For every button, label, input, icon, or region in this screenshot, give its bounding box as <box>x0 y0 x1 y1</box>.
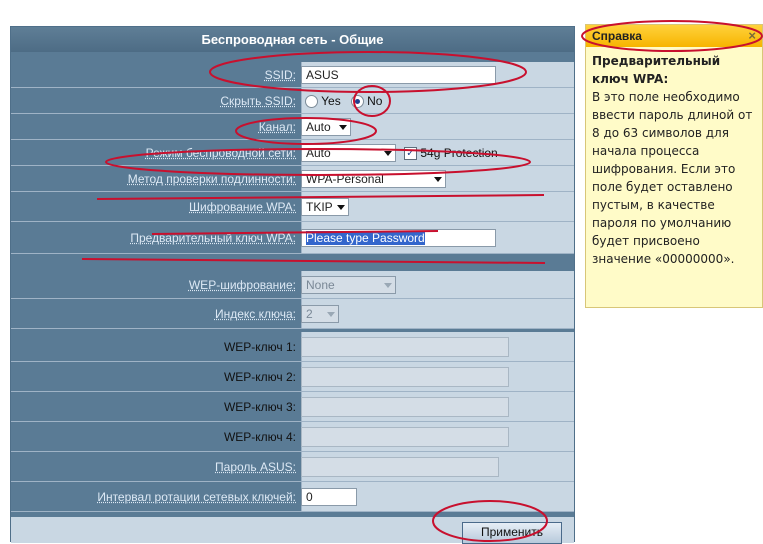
auth-method-label[interactable]: Метод проверки подлинности: <box>11 166 296 192</box>
wpa-encryption-value: TKIP <box>306 200 333 214</box>
panel-title: Беспроводная сеть - Общие <box>11 27 574 52</box>
protection-label: 54g Protection <box>420 146 498 160</box>
protection-option: ✓ 54g Protection <box>404 140 498 166</box>
channel-value: Auto <box>306 120 331 134</box>
auth-method-value: WPA-Personal <box>306 172 384 186</box>
help-body: Предварительный ключ WPA: В это поле нео… <box>586 47 762 273</box>
wireless-mode-label[interactable]: Режим беспроводной сети: <box>11 140 296 166</box>
chevron-down-icon <box>339 125 347 130</box>
channel-label[interactable]: Канал: <box>11 114 296 140</box>
wep-encryption-value: None <box>306 278 335 292</box>
help-heading: Предварительный ключ WPA: <box>592 54 721 86</box>
wep-key1-label: WEP-ключ 1: <box>223 340 296 354</box>
hide-ssid-options: Yes No <box>305 88 382 114</box>
protection-checkbox[interactable]: ✓ <box>404 147 417 161</box>
wpa-key-row: Предварительный ключ WPA: Please type Pa… <box>11 222 574 254</box>
help-header: Справка × <box>586 25 762 47</box>
wireless-mode-value: Auto <box>306 146 331 160</box>
wep-key1-input[interactable] <box>301 337 509 357</box>
help-panel: Справка × Предварительный ключ WPA: В эт… <box>585 24 763 308</box>
channel-select[interactable]: Auto <box>301 118 351 136</box>
wpa-key-label[interactable]: Предварительный ключ WPA: <box>11 222 296 254</box>
wireless-general-panel: Беспроводная сеть - Общие SSID: ASUS Скр… <box>10 26 575 544</box>
help-title: Справка <box>592 29 642 43</box>
hide-ssid-no-label: No <box>367 94 383 108</box>
hide-ssid-label[interactable]: Скрыть SSID: <box>11 88 296 114</box>
wpa-encryption-select[interactable]: TKIP <box>301 198 349 216</box>
asus-password-input[interactable] <box>301 457 499 477</box>
chevron-down-icon <box>384 283 392 288</box>
wpa-key-value: Please type Password <box>306 231 425 245</box>
ssid-input[interactable]: ASUS <box>301 66 496 84</box>
chevron-down-icon <box>327 312 335 317</box>
apply-row: Применить <box>11 517 574 544</box>
key-index-label[interactable]: Индекс ключа: <box>11 299 296 329</box>
wep-key4-row: WEP-ключ 4: <box>11 422 574 452</box>
chevron-down-icon <box>434 177 442 182</box>
asus-password-row: Пароль ASUS: <box>11 452 574 482</box>
close-icon[interactable]: × <box>748 25 756 47</box>
chevron-down-icon <box>384 151 392 156</box>
channel-row: Канал: Auto <box>11 114 574 140</box>
asus-password-label[interactable]: Пароль ASUS: <box>11 452 296 482</box>
wep-key1-row: WEP-ключ 1: <box>11 332 574 362</box>
wep-encryption-row: WEP-шифрование: None <box>11 271 574 299</box>
key-rotation-row: Интервал ротации сетевых ключей: 0 <box>11 482 574 512</box>
wep-encryption-select[interactable]: None <box>301 276 396 294</box>
wpa-encryption-row: Шифрование WPA: TKIP <box>11 192 574 222</box>
wep-key3-label: WEP-ключ 3: <box>223 400 296 414</box>
key-index-select[interactable]: 2 <box>301 305 339 323</box>
wep-encryption-label[interactable]: WEP-шифрование: <box>11 271 296 299</box>
wpa-encryption-label[interactable]: Шифрование WPA: <box>11 192 296 222</box>
ssid-label[interactable]: SSID: <box>11 62 296 88</box>
auth-method-row: Метод проверки подлинности: WPA-Personal <box>11 166 574 192</box>
wireless-mode-select[interactable]: Auto <box>301 144 396 162</box>
key-rotation-label[interactable]: Интервал ротации сетевых ключей: <box>11 482 296 512</box>
apply-button[interactable]: Применить <box>462 522 562 544</box>
hide-ssid-no-radio[interactable] <box>350 95 364 109</box>
wep-key2-input[interactable] <box>301 367 509 387</box>
wep-key2-row: WEP-ключ 2: <box>11 362 574 392</box>
hide-ssid-row: Скрыть SSID: Yes No <box>11 88 574 114</box>
key-index-row: Индекс ключа: 2 <box>11 299 574 329</box>
wep-key3-row: WEP-ключ 3: <box>11 392 574 422</box>
wep-key2-label: WEP-ключ 2: <box>223 370 296 384</box>
wep-key4-input[interactable] <box>301 427 509 447</box>
auth-method-select[interactable]: WPA-Personal <box>301 170 446 188</box>
key-rotation-input[interactable]: 0 <box>301 488 357 506</box>
hide-ssid-yes-radio[interactable] <box>305 95 318 109</box>
key-index-value: 2 <box>306 307 313 321</box>
wep-key3-input[interactable] <box>301 397 509 417</box>
ssid-row: SSID: ASUS <box>11 62 574 88</box>
wireless-mode-row: Режим беспроводной сети: Auto ✓ 54g Prot… <box>11 140 574 166</box>
help-text: В это поле необходимо ввести пароль длин… <box>592 90 753 266</box>
chevron-down-icon <box>337 205 345 210</box>
wep-key4-label: WEP-ключ 4: <box>223 430 296 444</box>
wpa-key-input[interactable]: Please type Password <box>301 229 496 247</box>
hide-ssid-yes-label: Yes <box>321 94 341 108</box>
